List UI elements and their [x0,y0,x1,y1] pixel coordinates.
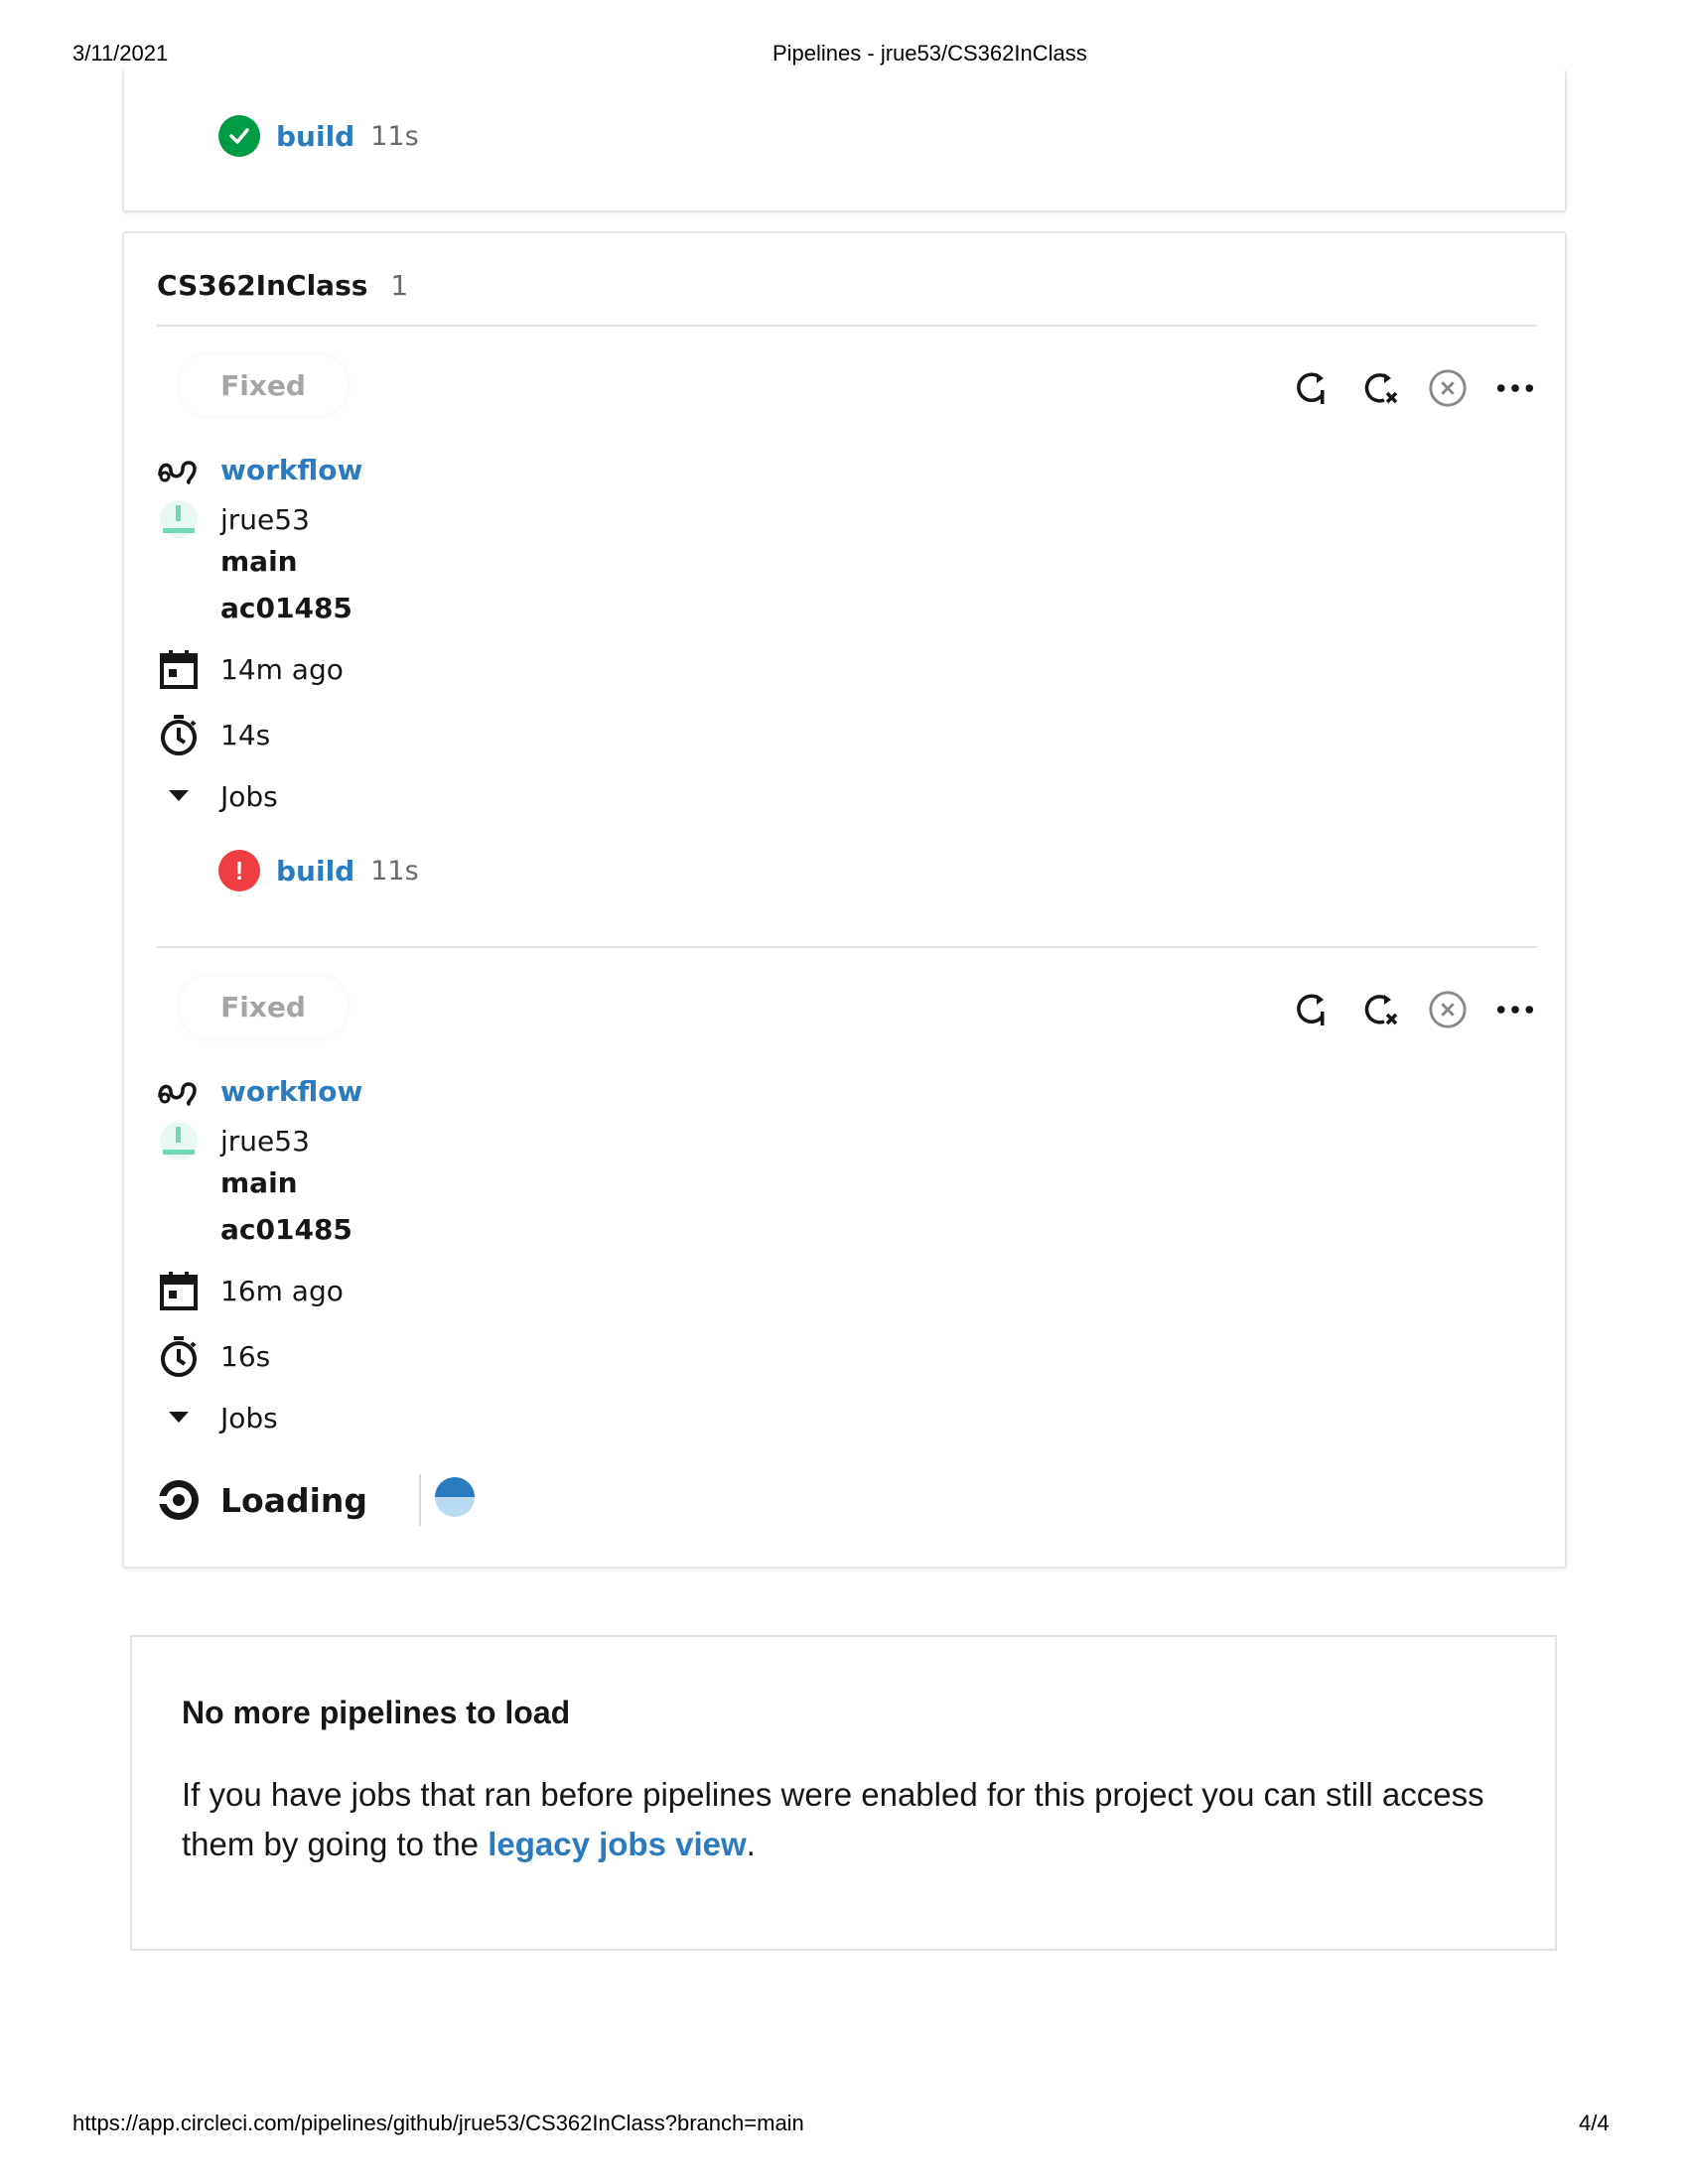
cancel-workflow-icon[interactable] [1428,990,1468,1029]
project-name[interactable]: CS362InClass [157,269,367,302]
jobs-label[interactable]: Jobs [220,1402,278,1434]
job-row[interactable]: build 11s [218,115,419,157]
branch-name[interactable]: main [220,545,298,578]
more-options-icon[interactable] [1495,368,1535,408]
print-page-number: 4/4 [1579,2111,1610,2135]
rerun-failed-icon[interactable] [1360,990,1400,1029]
legacy-jobs-link[interactable]: legacy jobs view [488,1826,746,1862]
duration-row: 14s [157,713,270,756]
stopwatch-icon [157,713,201,756]
user-row: jrue53 [157,1119,310,1162]
workflow-link[interactable]: workflow [220,454,362,486]
no-more-title: No more pipelines to load [182,1695,571,1730]
workflow-icon [157,1069,201,1113]
project-pipeline-count: 1 [390,269,409,302]
duration-row: 16s [157,1334,270,1378]
branch-row: main [157,539,298,583]
loading-spinner-icon [433,1475,477,1526]
workflow-link[interactable]: workflow [220,1075,362,1108]
rerun-workflow-icon[interactable] [1293,990,1333,1029]
project-header: CS362InClass 1 [157,269,408,302]
divider [157,325,1537,327]
job-duration: 11s [370,855,419,887]
pipeline-actions [1293,368,1535,408]
pipeline-actions [1293,990,1535,1029]
print-date: 3/11/2021 [72,41,169,66]
workflow-row: workflow [157,1069,362,1113]
pipeline-duration: 14s [220,718,271,751]
caret-down-icon[interactable] [157,1396,201,1439]
jobs-label[interactable]: Jobs [220,780,278,813]
job-row[interactable]: ! build 11s [218,850,419,891]
no-more-pipelines-panel: No more pipelines to load If you have jo… [130,1635,1557,1951]
divider [157,946,1537,948]
loading-divider [419,1474,422,1526]
workflow-row: workflow [157,448,362,491]
commit-hash[interactable]: ac01485 [220,592,352,624]
no-more-text-before: If you have jobs that ran before pipelin… [182,1776,1484,1862]
status-badge[interactable]: Fixed [179,976,348,1037]
no-more-text: If you have jobs that ran before pipelin… [182,1770,1512,1869]
branch-row: main [157,1160,298,1204]
calendar-icon [157,1269,201,1312]
stopwatch-icon [157,1334,201,1378]
pipeline-time-ago: 14m ago [220,652,344,686]
print-url: https://app.circleci.com/pipelines/githu… [72,2111,804,2135]
user-row: jrue53 [157,497,310,541]
pipeline-duration: 16s [220,1339,271,1373]
job-name-link[interactable]: build [276,855,354,887]
calendar-icon [157,647,201,691]
time-row: 14m ago [157,647,344,691]
jobs-toggle[interactable]: Jobs [157,774,278,818]
rerun-workflow-icon[interactable] [1293,368,1333,408]
time-row: 16m ago [157,1269,344,1312]
commit-author: jrue53 [220,502,310,536]
rerun-failed-icon[interactable] [1360,368,1400,408]
commit-hash[interactable]: ac01485 [220,1213,352,1246]
no-more-text-after: . [746,1826,756,1862]
avatar [157,497,201,541]
branch-name[interactable]: main [220,1166,298,1199]
commit-row: ac01485 [157,1207,352,1251]
circleci-logo-icon [157,1478,201,1522]
project-card: CS362InClass 1 Fixed workflow jrue53 mai… [122,231,1567,1569]
more-options-icon[interactable] [1495,990,1535,1029]
loading-row: Loading [157,1474,477,1526]
commit-row: ac01485 [157,586,352,629]
job-name-link[interactable]: build [276,120,354,153]
cancel-workflow-icon[interactable] [1428,368,1468,408]
print-title: Pipelines - jrue53/CS362InClass [773,41,1087,66]
job-duration: 11s [370,120,419,152]
status-badge[interactable]: Fixed [179,354,348,416]
success-check-icon [218,115,260,157]
error-alert-icon: ! [218,850,260,891]
avatar [157,1119,201,1162]
loading-label: Loading [220,1480,368,1520]
commit-author: jrue53 [220,1124,310,1158]
workflow-icon [157,448,201,491]
pipeline-time-ago: 16m ago [220,1274,344,1307]
caret-down-icon[interactable] [157,774,201,818]
top-pipeline-card: build 11s [122,69,1567,212]
jobs-toggle[interactable]: Jobs [157,1396,278,1439]
